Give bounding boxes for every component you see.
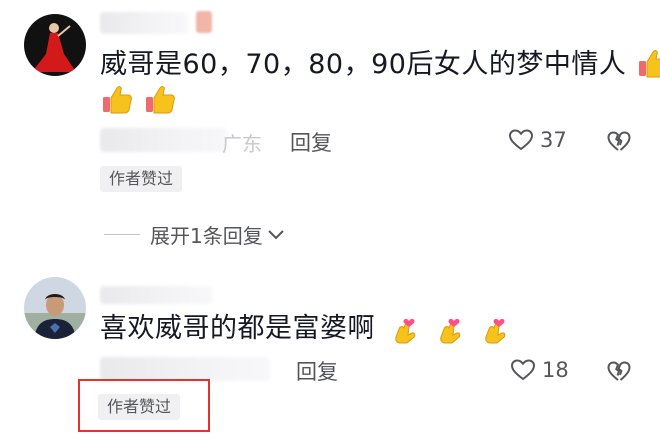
timestamp-redacted [100,357,270,381]
expand-replies-button[interactable]: 展开1条回复 [104,220,285,249]
woman-red-dress-avatar [24,14,86,76]
highlight-annotation [78,379,210,432]
like-count: 37 [540,128,567,152]
chevron-down-icon [268,229,284,239]
emoji-row [100,82,177,118]
heart-outline-icon [508,129,534,151]
divider [104,234,140,235]
like-button[interactable]: 37 [508,128,567,152]
man-avatar [24,277,86,339]
user-avatar[interactable] [24,277,86,339]
heart-outline-icon [510,359,536,381]
expand-replies-label: 展开1条回复 [150,224,263,248]
username-mark [196,11,212,33]
finger-heart-icon [435,313,465,347]
comment-body: 喜欢威哥的都是富婆啊 [100,313,375,344]
finger-heart-icon [480,313,510,347]
dislike-button[interactable] [607,360,631,386]
location-label: 广东 [222,132,262,156]
username-redacted [100,12,188,34]
dislike-button[interactable] [607,130,631,156]
finger-heart-icon [390,313,420,347]
thumbs-up-icon [636,46,660,80]
like-count: 18 [542,358,569,382]
comment-text: 威哥是60，70，80，90后女人的梦中情人 [100,48,660,83]
like-button[interactable]: 18 [510,358,569,382]
author-liked-badge: 作者赞过 [100,166,183,192]
thumbs-up-icon [143,82,177,116]
username-redacted [100,286,212,304]
timestamp-redacted [100,128,228,152]
thumbs-up-icon [100,82,134,116]
reply-button[interactable]: 回复 [290,127,332,157]
broken-heart-icon [607,361,631,381]
comment-text: 喜欢威哥的都是富婆啊 [100,312,510,347]
reply-button[interactable]: 回复 [296,356,338,386]
broken-heart-icon [607,131,631,151]
user-avatar[interactable] [24,14,86,76]
comment-body: 威哥是60，70，80，90后女人的梦中情人 [100,49,627,80]
